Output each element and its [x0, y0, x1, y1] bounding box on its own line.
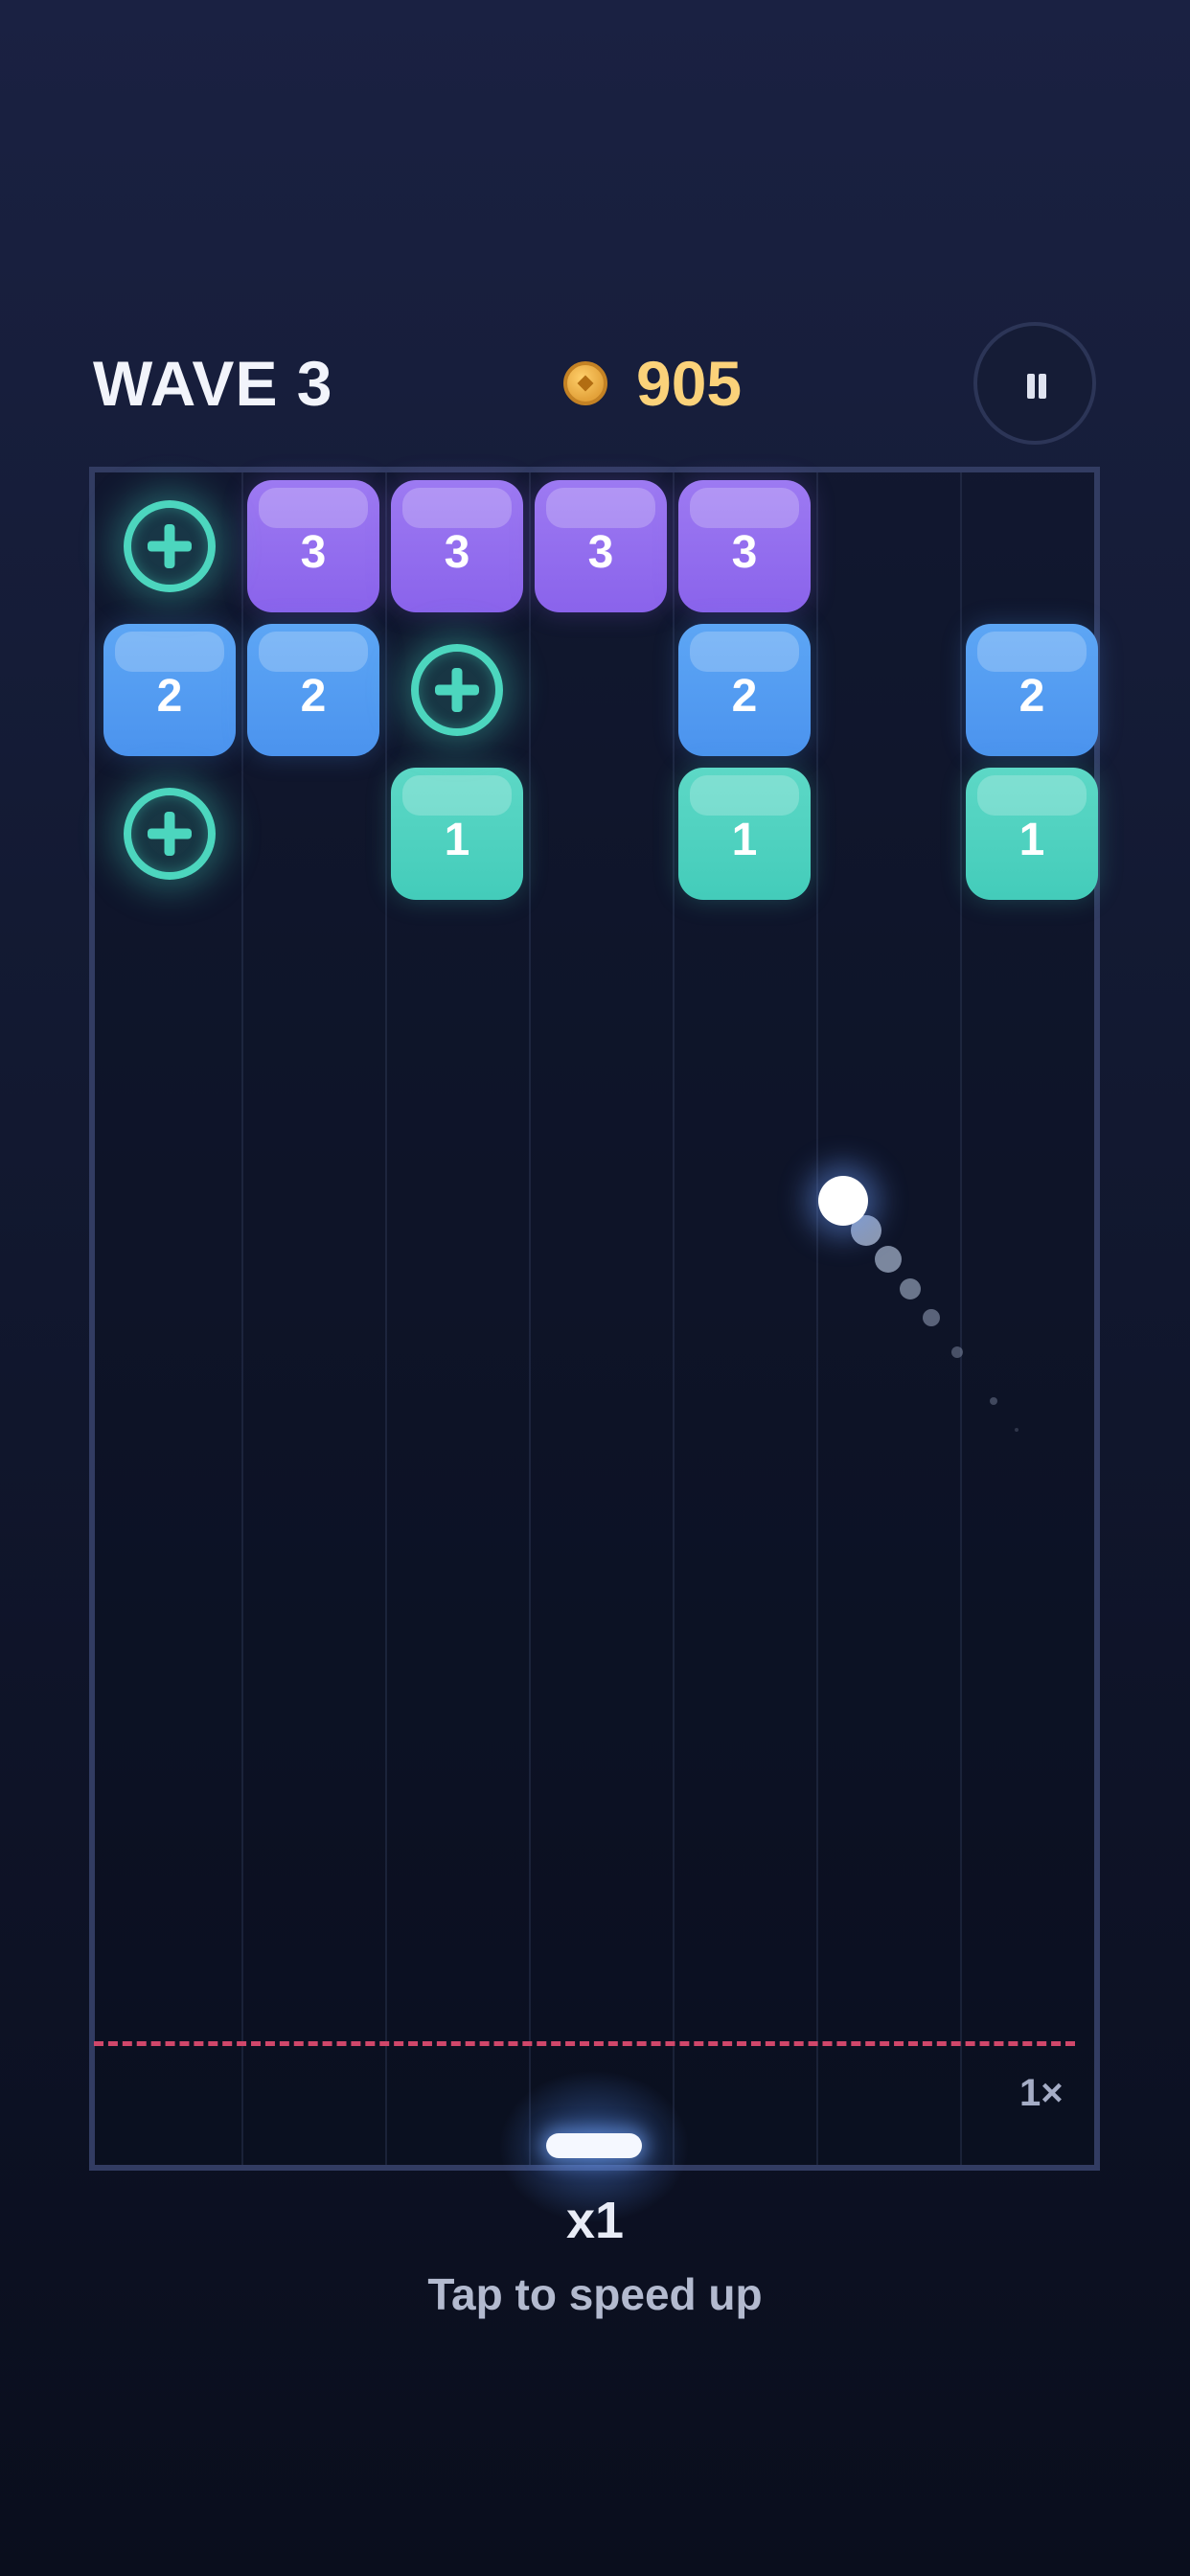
column-divider: [816, 472, 818, 2165]
block-teal: 1: [678, 768, 811, 900]
block-blue: 2: [103, 624, 236, 756]
block-value: 2: [1018, 670, 1045, 722]
pause-icon: [1039, 374, 1046, 399]
ball: [818, 1176, 868, 1226]
block-value: 2: [300, 670, 327, 722]
block-value: 3: [587, 526, 614, 578]
block-purple: 3: [535, 480, 667, 612]
trail-dot: [951, 1346, 963, 1358]
block-value: 1: [1018, 814, 1045, 865]
coin-count: 905: [636, 348, 743, 419]
plus-ball-icon: [124, 500, 216, 592]
block-value: 2: [156, 670, 183, 722]
block-teal: 1: [391, 768, 523, 900]
block-value: 1: [731, 814, 758, 865]
block-value: 3: [444, 526, 470, 578]
pause-icon: [1027, 374, 1035, 399]
trail-dot: [1015, 1428, 1018, 1432]
column-divider: [241, 472, 243, 2165]
block-value: 2: [731, 670, 758, 722]
block-purple: 3: [391, 480, 523, 612]
column-divider: [385, 472, 387, 2165]
block-blue: 2: [247, 624, 379, 756]
block-value: 3: [300, 526, 327, 578]
column-divider: [673, 472, 675, 2165]
trail-dot: [875, 1246, 902, 1273]
launcher-paddle[interactable]: [546, 2133, 642, 2158]
block-blue: 2: [678, 624, 811, 756]
game-board[interactable]: 3 3 3 3 2 2 2 2 1 1 1: [89, 467, 1100, 2171]
column-divider: [529, 472, 531, 2165]
block-value: 3: [731, 526, 758, 578]
trail-dot: [990, 1397, 997, 1405]
column-divider: [960, 472, 962, 2165]
danger-line: [94, 2041, 1075, 2046]
plus-ball-icon: [124, 788, 216, 880]
block-value: 1: [444, 814, 470, 865]
block-purple: 3: [247, 480, 379, 612]
pause-button[interactable]: [973, 322, 1096, 445]
trail-dot: [923, 1309, 940, 1326]
block-purple: 3: [678, 480, 811, 612]
block-blue: 2: [966, 624, 1098, 756]
wave-label: WAVE 3: [93, 348, 333, 419]
hud: WAVE 3 905: [0, 0, 1190, 460]
speed-multiplier: x1: [565, 2192, 625, 2249]
speed-indicator: 1×: [1019, 2072, 1064, 2114]
coin-icon: [563, 361, 607, 405]
speed-up-hint[interactable]: Tap to speed up: [0, 2266, 1190, 2323]
plus-ball-icon: [411, 644, 503, 736]
coin-counter: 905: [563, 343, 742, 424]
trail-dot: [900, 1278, 921, 1300]
block-teal: 1: [966, 768, 1098, 900]
